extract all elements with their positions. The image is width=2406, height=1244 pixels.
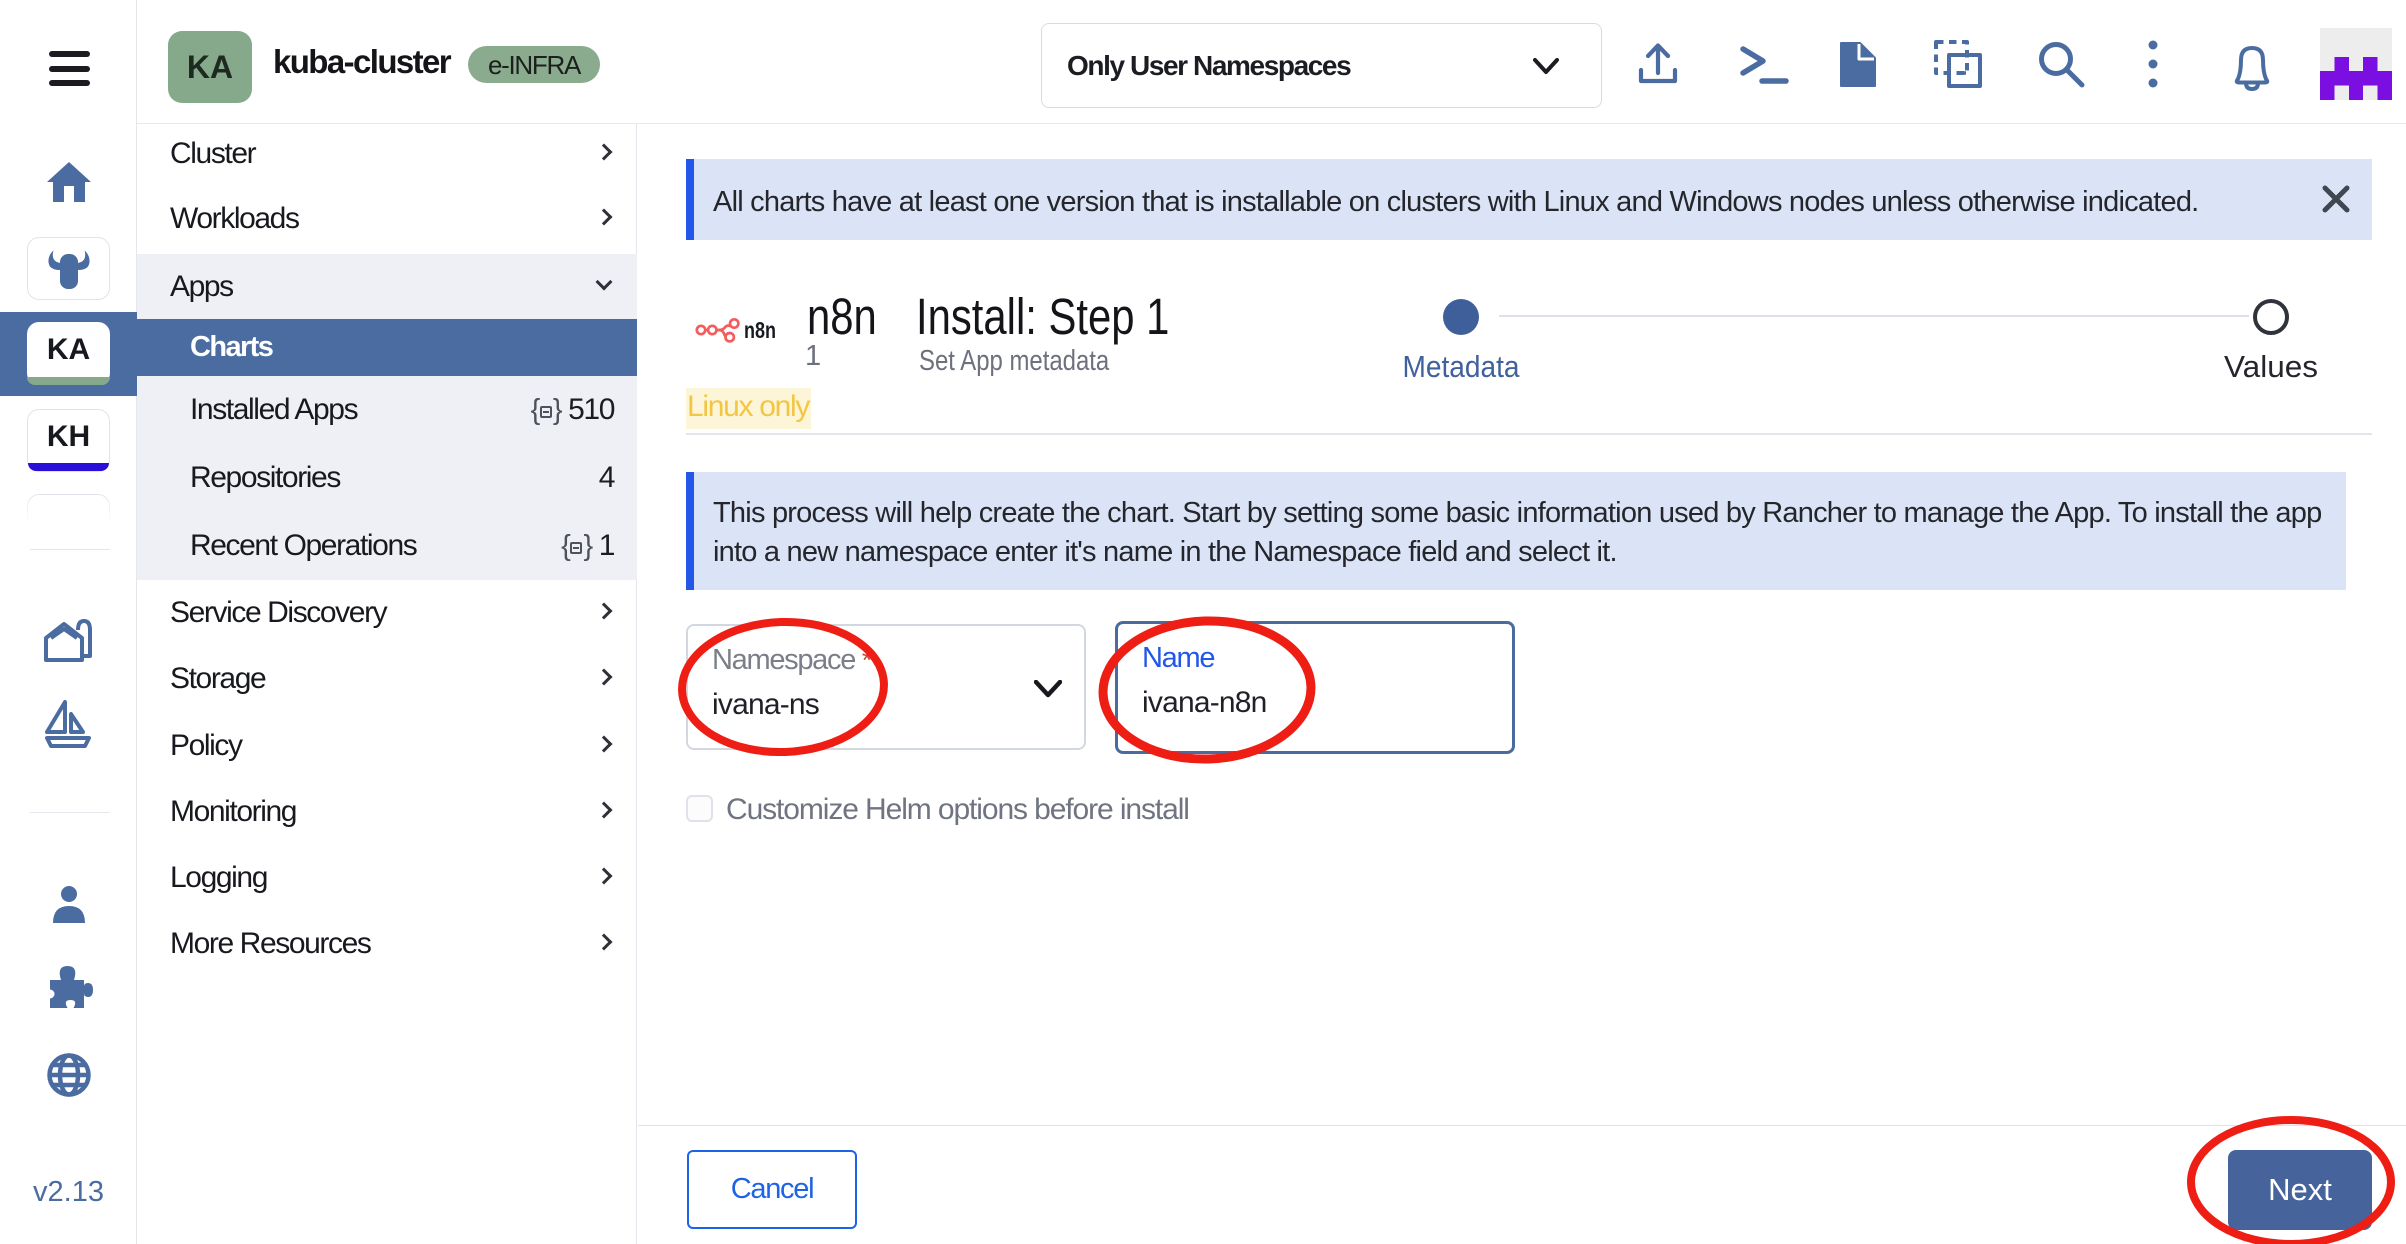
svg-text:Metadata: Metadata: [1403, 349, 1521, 384]
svg-text:Values: Values: [2224, 349, 2318, 384]
